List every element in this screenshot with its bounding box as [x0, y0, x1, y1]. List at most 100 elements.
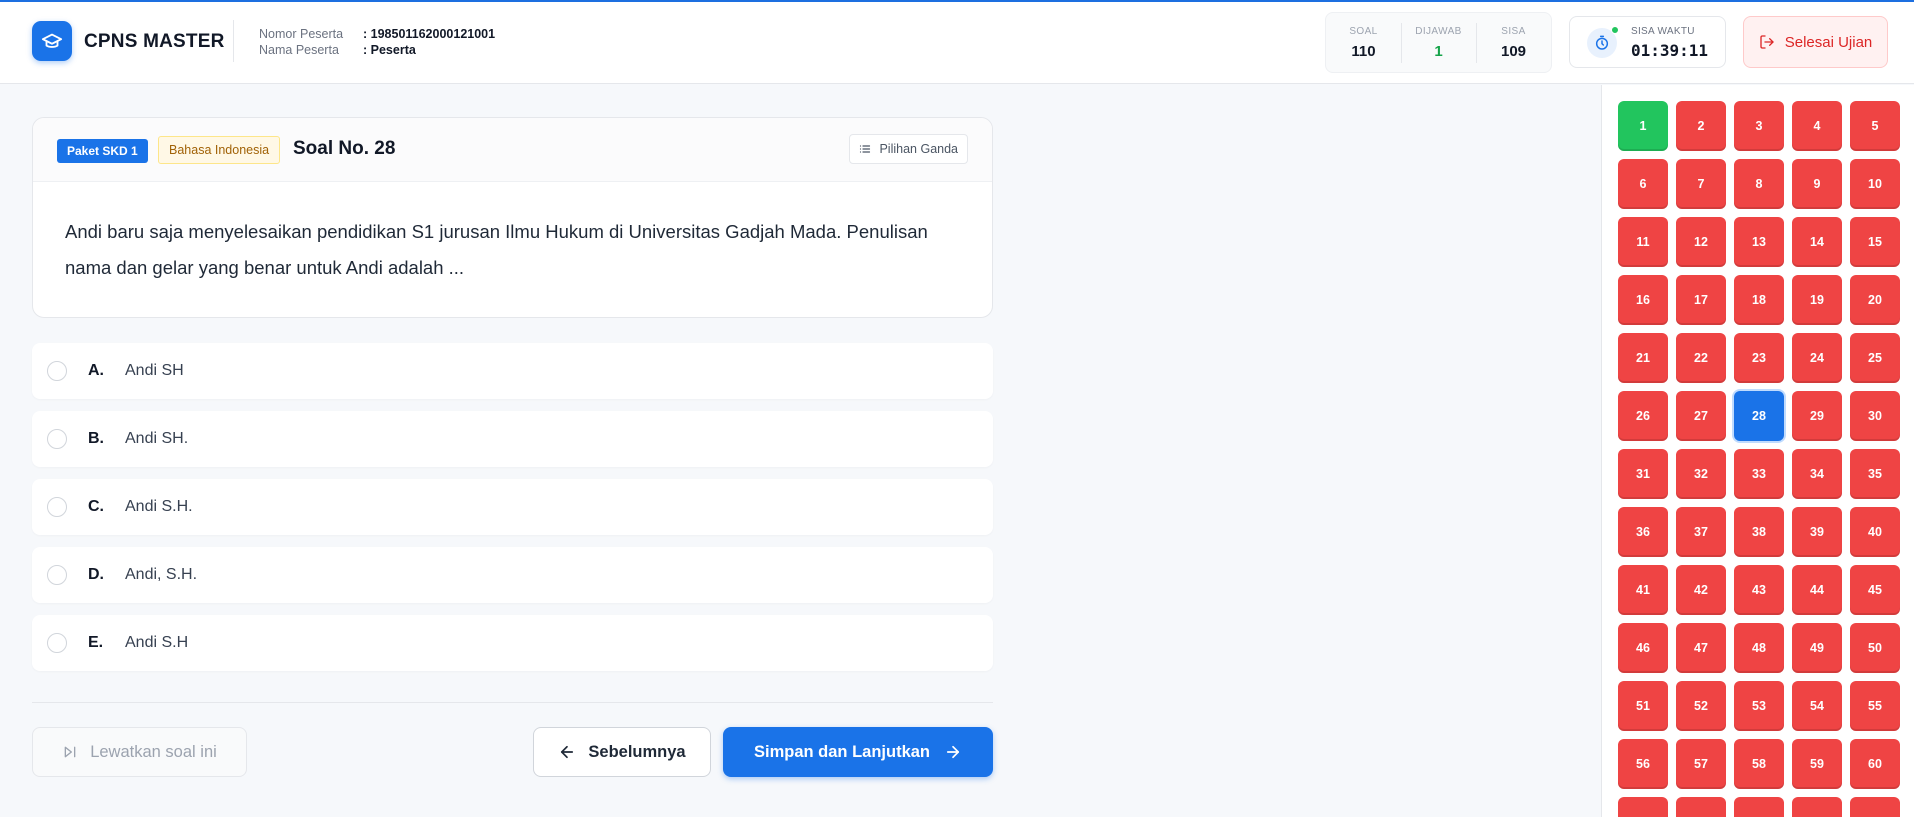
- question-number-24[interactable]: 24: [1792, 333, 1842, 383]
- question-number-65[interactable]: 65: [1850, 797, 1900, 817]
- question-number-32[interactable]: 32: [1676, 449, 1726, 499]
- option-text: Andi SH: [125, 362, 184, 379]
- logout-icon: [1760, 35, 1774, 49]
- question-number-20[interactable]: 20: [1850, 275, 1900, 325]
- question-number-7[interactable]: 7: [1676, 159, 1726, 209]
- question-number-29[interactable]: 29: [1792, 391, 1842, 441]
- question-number-37[interactable]: 37: [1676, 507, 1726, 557]
- question-number-64[interactable]: 64: [1792, 797, 1842, 817]
- question-number-15[interactable]: 15: [1850, 217, 1900, 267]
- question-number-34[interactable]: 34: [1792, 449, 1842, 499]
- question-number-22[interactable]: 22: [1676, 333, 1726, 383]
- question-number-45[interactable]: 45: [1850, 565, 1900, 615]
- question-number-36[interactable]: 36: [1618, 507, 1668, 557]
- question-number-54[interactable]: 54: [1792, 681, 1842, 731]
- subject-badge: Bahasa Indonesia: [158, 136, 281, 164]
- question-number-60[interactable]: 60: [1850, 739, 1900, 789]
- question-number-13[interactable]: 13: [1734, 217, 1784, 267]
- question-number-53[interactable]: 53: [1734, 681, 1784, 731]
- question-number-38[interactable]: 38: [1734, 507, 1784, 557]
- option-c[interactable]: C. Andi S.H.: [32, 479, 993, 535]
- option-radio[interactable]: [47, 497, 67, 517]
- question-number-41[interactable]: 41: [1618, 565, 1668, 615]
- question-number-39[interactable]: 39: [1792, 507, 1842, 557]
- question-number-12[interactable]: 12: [1676, 217, 1726, 267]
- timer: SISA WAKTU 01:39:11: [1569, 16, 1726, 68]
- option-b[interactable]: B. Andi SH.: [32, 411, 993, 467]
- question-card: Paket SKD 1 Bahasa Indonesia Soal No. 28…: [32, 117, 993, 318]
- option-radio[interactable]: [47, 429, 67, 449]
- option-text: Andi S.H: [125, 634, 189, 651]
- timer-icon-wrap: [1587, 26, 1619, 58]
- question-number-16[interactable]: 16: [1618, 275, 1668, 325]
- question-number-25[interactable]: 25: [1850, 333, 1900, 383]
- question-number-52[interactable]: 52: [1676, 681, 1726, 731]
- exam-stats: SOAL 110 DIJAWAB 1 SISA 109: [1325, 12, 1552, 73]
- option-d[interactable]: D. Andi, S.H.: [32, 547, 993, 603]
- question-number-27[interactable]: 27: [1676, 391, 1726, 441]
- question-number-48[interactable]: 48: [1734, 623, 1784, 673]
- option-e[interactable]: E. Andi S.H: [32, 615, 993, 671]
- save-and-next-button[interactable]: Simpan dan Lanjutkan: [723, 727, 993, 777]
- question-number-49[interactable]: 49: [1792, 623, 1842, 673]
- question-number-43[interactable]: 43: [1734, 565, 1784, 615]
- finish-exam-button[interactable]: Selesai Ujian: [1743, 16, 1888, 68]
- option-a[interactable]: A. Andi SH: [32, 343, 993, 399]
- question-number-21[interactable]: 21: [1618, 333, 1668, 383]
- previous-button[interactable]: Sebelumnya: [533, 727, 711, 777]
- question-number-17[interactable]: 17: [1676, 275, 1726, 325]
- question-card-header: Paket SKD 1 Bahasa Indonesia Soal No. 28…: [33, 118, 992, 182]
- question-number-1[interactable]: 1: [1618, 101, 1668, 151]
- question-number-51[interactable]: 51: [1618, 681, 1668, 731]
- question-number-44[interactable]: 44: [1792, 565, 1842, 615]
- question-number-2[interactable]: 2: [1676, 101, 1726, 151]
- question-number-19[interactable]: 19: [1792, 275, 1842, 325]
- question-number-14[interactable]: 14: [1792, 217, 1842, 267]
- timer-status-dot: [1611, 26, 1619, 34]
- question-navigator-panel: 1 2 3 4 5 6 7 8 9 10 11 12 13 14 15 16 17 18 19 20 21 22 23 24 2…: [1601, 85, 1914, 817]
- question-number-35[interactable]: 35: [1850, 449, 1900, 499]
- question-number-18[interactable]: 18: [1734, 275, 1784, 325]
- question-number-56[interactable]: 56: [1618, 739, 1668, 789]
- question-number-50[interactable]: 50: [1850, 623, 1900, 673]
- question-number-33[interactable]: 33: [1734, 449, 1784, 499]
- question-number-28[interactable]: 28: [1734, 391, 1784, 441]
- question-number-11[interactable]: 11: [1618, 217, 1668, 267]
- previous-label: Sebelumnya: [588, 742, 686, 761]
- question-number-3[interactable]: 3: [1734, 101, 1784, 151]
- question-number-5[interactable]: 5: [1850, 101, 1900, 151]
- question-number-10[interactable]: 10: [1850, 159, 1900, 209]
- question-number-61[interactable]: 61: [1618, 797, 1668, 817]
- question-number-9[interactable]: 9: [1792, 159, 1842, 209]
- question-title: Soal No. 28: [293, 138, 396, 159]
- question-number-8[interactable]: 8: [1734, 159, 1784, 209]
- question-number-40[interactable]: 40: [1850, 507, 1900, 557]
- question-number-62[interactable]: 62: [1676, 797, 1726, 817]
- participant-number-value: : 198501162000121001: [363, 27, 496, 41]
- question-number-47[interactable]: 47: [1676, 623, 1726, 673]
- question-number-6[interactable]: 6: [1618, 159, 1668, 209]
- question-number-26[interactable]: 26: [1618, 391, 1668, 441]
- stat-answered-value: 1: [1434, 42, 1443, 60]
- stat-total-label: SOAL: [1349, 25, 1378, 37]
- question-number-4[interactable]: 4: [1792, 101, 1842, 151]
- option-radio[interactable]: [47, 633, 67, 653]
- question-number-31[interactable]: 31: [1618, 449, 1668, 499]
- question-number-57[interactable]: 57: [1676, 739, 1726, 789]
- stat-answered: DIJAWAB 1: [1401, 13, 1476, 72]
- participant-info: Nomor Peserta : 198501162000121001 Nama …: [259, 26, 495, 58]
- stat-remaining-label: SISA: [1501, 25, 1526, 37]
- question-number-55[interactable]: 55: [1850, 681, 1900, 731]
- question-number-58[interactable]: 58: [1734, 739, 1784, 789]
- question-number-42[interactable]: 42: [1676, 565, 1726, 615]
- option-radio[interactable]: [47, 565, 67, 585]
- question-number-59[interactable]: 59: [1792, 739, 1842, 789]
- package-badge: Paket SKD 1: [57, 139, 148, 163]
- skip-question-button[interactable]: Lewatkan soal ini: [32, 727, 247, 777]
- question-number-46[interactable]: 46: [1618, 623, 1668, 673]
- question-number-23[interactable]: 23: [1734, 333, 1784, 383]
- question-number-63[interactable]: 63: [1734, 797, 1784, 817]
- option-text: Andi SH.: [125, 430, 189, 447]
- question-number-30[interactable]: 30: [1850, 391, 1900, 441]
- option-radio[interactable]: [47, 361, 67, 381]
